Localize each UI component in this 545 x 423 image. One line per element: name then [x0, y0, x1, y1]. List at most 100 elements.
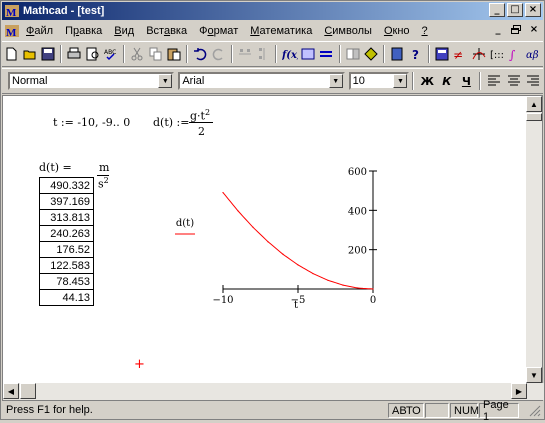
- scroll-down-button[interactable]: ▼: [526, 367, 542, 383]
- menu-item[interactable]: Окно: [378, 25, 416, 37]
- menu-item[interactable]: ?: [416, 25, 434, 37]
- font-select-value: Arial: [182, 75, 205, 87]
- menu-item[interactable]: Символы: [318, 25, 378, 37]
- status-mode: АВТО: [388, 403, 424, 418]
- insert-unit-icon[interactable]: [300, 45, 316, 63]
- dropdown-arrow-icon[interactable]: ▼: [158, 74, 173, 88]
- cut-icon[interactable]: [129, 45, 145, 63]
- doc-close-button[interactable]: ×: [527, 23, 541, 36]
- style-select-value: Normal: [12, 75, 48, 87]
- new-icon[interactable]: [3, 45, 19, 63]
- align-down-icon[interactable]: [255, 45, 271, 63]
- table-row: 313.813: [39, 209, 94, 226]
- align-left-icon[interactable]: [485, 72, 503, 90]
- font-size-select[interactable]: 10 ▼: [348, 72, 410, 90]
- style-select[interactable]: Normal ▼: [8, 72, 175, 90]
- menu-item[interactable]: Вид: [108, 25, 140, 37]
- italic-button[interactable]: К: [438, 72, 456, 90]
- menu-bar: M Файл Правка Вид Вставка Формат Математика Си…: [2, 21, 543, 40]
- y-tick-label: 200: [348, 246, 367, 257]
- table-row: 490.332: [39, 177, 94, 194]
- close-button[interactable]: ×: [525, 3, 541, 17]
- greek-toolbar-icon[interactable]: αβ: [526, 45, 542, 63]
- insert-function-icon[interactable]: f(x): [281, 45, 298, 63]
- worksheet[interactable]: t := -10, -9.. 0 d(t) := g·t2 2 d(t) = m…: [2, 95, 544, 401]
- resource-center-icon[interactable]: [389, 45, 405, 63]
- function-definition-lhs: d(t) :=: [153, 116, 190, 129]
- insertion-crosshair: +: [134, 357, 145, 372]
- underline-button[interactable]: Ч: [458, 72, 476, 90]
- vertical-scroll-thumb[interactable]: [526, 113, 542, 121]
- save-icon[interactable]: [40, 45, 56, 63]
- document-icon[interactable]: M: [4, 23, 20, 39]
- insert-hyperlink-icon[interactable]: [345, 45, 361, 63]
- data-point: [222, 191, 224, 194]
- scroll-left-button[interactable]: ◀: [3, 383, 19, 399]
- align-right-icon[interactable]: [524, 72, 542, 90]
- result-cell: 240.263: [39, 225, 94, 242]
- vertical-scrollbar[interactable]: ▲ ▼: [526, 96, 542, 383]
- resize-grip-icon[interactable]: [529, 405, 541, 420]
- title-bar[interactable]: M Mathcad - [test] _ □ ×: [2, 2, 543, 20]
- redo-icon[interactable]: [210, 45, 226, 63]
- align-across-icon[interactable]: [237, 45, 253, 63]
- data-point: [252, 226, 254, 228]
- table-row: 78.453: [39, 273, 94, 290]
- menu-item[interactable]: Формат: [193, 25, 244, 37]
- font-size-value: 10: [352, 75, 365, 87]
- window-title: Mathcad - [test]: [23, 5, 105, 17]
- data-point: [237, 210, 239, 212]
- bold-button[interactable]: Ж: [418, 72, 436, 90]
- dropdown-arrow-icon[interactable]: ▼: [393, 74, 408, 88]
- x-axis-label: t: [294, 300, 298, 311]
- result-cell: 78.453: [39, 273, 94, 290]
- menu-item[interactable]: Правка: [59, 25, 108, 37]
- calculus-toolbar-icon[interactable]: ∫: [507, 45, 523, 63]
- minimize-button[interactable]: _: [489, 3, 505, 17]
- paste-icon[interactable]: [166, 45, 182, 63]
- menu-item[interactable]: Математика: [244, 25, 318, 37]
- data-point: [372, 288, 374, 290]
- maximize-button[interactable]: □: [507, 3, 523, 17]
- menu-item[interactable]: Вставка: [140, 25, 193, 37]
- scroll-right-button[interactable]: ▶: [511, 383, 527, 399]
- print-icon[interactable]: [66, 45, 82, 63]
- print-preview-icon[interactable]: [84, 45, 100, 63]
- svg-text:M: M: [6, 27, 17, 39]
- doc-minimize-button[interactable]: _: [491, 23, 505, 36]
- result-table[interactable]: 490.332 397.169 313.813 240.263 176.52 122.58…: [39, 177, 94, 306]
- graph-toolbar-icon[interactable]: [471, 45, 487, 63]
- doc-restore-button[interactable]: [509, 23, 523, 36]
- font-select[interactable]: Arial ▼: [178, 72, 345, 90]
- table-row: 176.52: [39, 241, 94, 258]
- boolean-toolbar-icon[interactable]: ≠: [452, 45, 468, 63]
- xy-plot[interactable]: −10 −5 0600400200d(t)t: [163, 156, 393, 326]
- table-row: 240.263: [39, 225, 94, 242]
- svg-text:≠: ≠: [453, 48, 463, 61]
- scroll-up-button[interactable]: ▲: [526, 96, 542, 112]
- result-cell: 397.169: [39, 193, 94, 210]
- calculator-toolbar-icon[interactable]: [434, 45, 450, 63]
- status-page: Page 1: [479, 399, 519, 423]
- menu-item[interactable]: Файл: [20, 25, 59, 37]
- result-cell: 490.332: [39, 177, 94, 194]
- mathcad-app-icon[interactable]: M: [4, 3, 20, 19]
- horizontal-scroll-thumb[interactable]: [20, 383, 36, 399]
- status-bar: Press F1 for help. АВТО NUM Page 1: [2, 399, 543, 423]
- table-row: 122.583: [39, 257, 94, 274]
- range-definition[interactable]: t := -10, -9.. 0: [53, 116, 130, 129]
- copy-icon[interactable]: [147, 45, 163, 63]
- open-icon[interactable]: [21, 45, 37, 63]
- dropdown-arrow-icon[interactable]: ▼: [328, 74, 343, 88]
- horizontal-scrollbar[interactable]: ◀ ▶: [3, 383, 544, 400]
- spell-check-icon[interactable]: ABC: [103, 45, 119, 63]
- y-tick-label: 400: [348, 206, 367, 217]
- calculate-icon[interactable]: [318, 45, 334, 63]
- help-icon[interactable]: ?: [408, 45, 424, 63]
- data-point: [282, 253, 284, 255]
- y-tick-label: 600: [348, 167, 367, 178]
- insert-component-icon[interactable]: [363, 45, 379, 63]
- undo-icon[interactable]: [192, 45, 208, 63]
- align-center-icon[interactable]: [505, 72, 523, 90]
- matrix-toolbar-icon[interactable]: [:::]: [489, 45, 505, 63]
